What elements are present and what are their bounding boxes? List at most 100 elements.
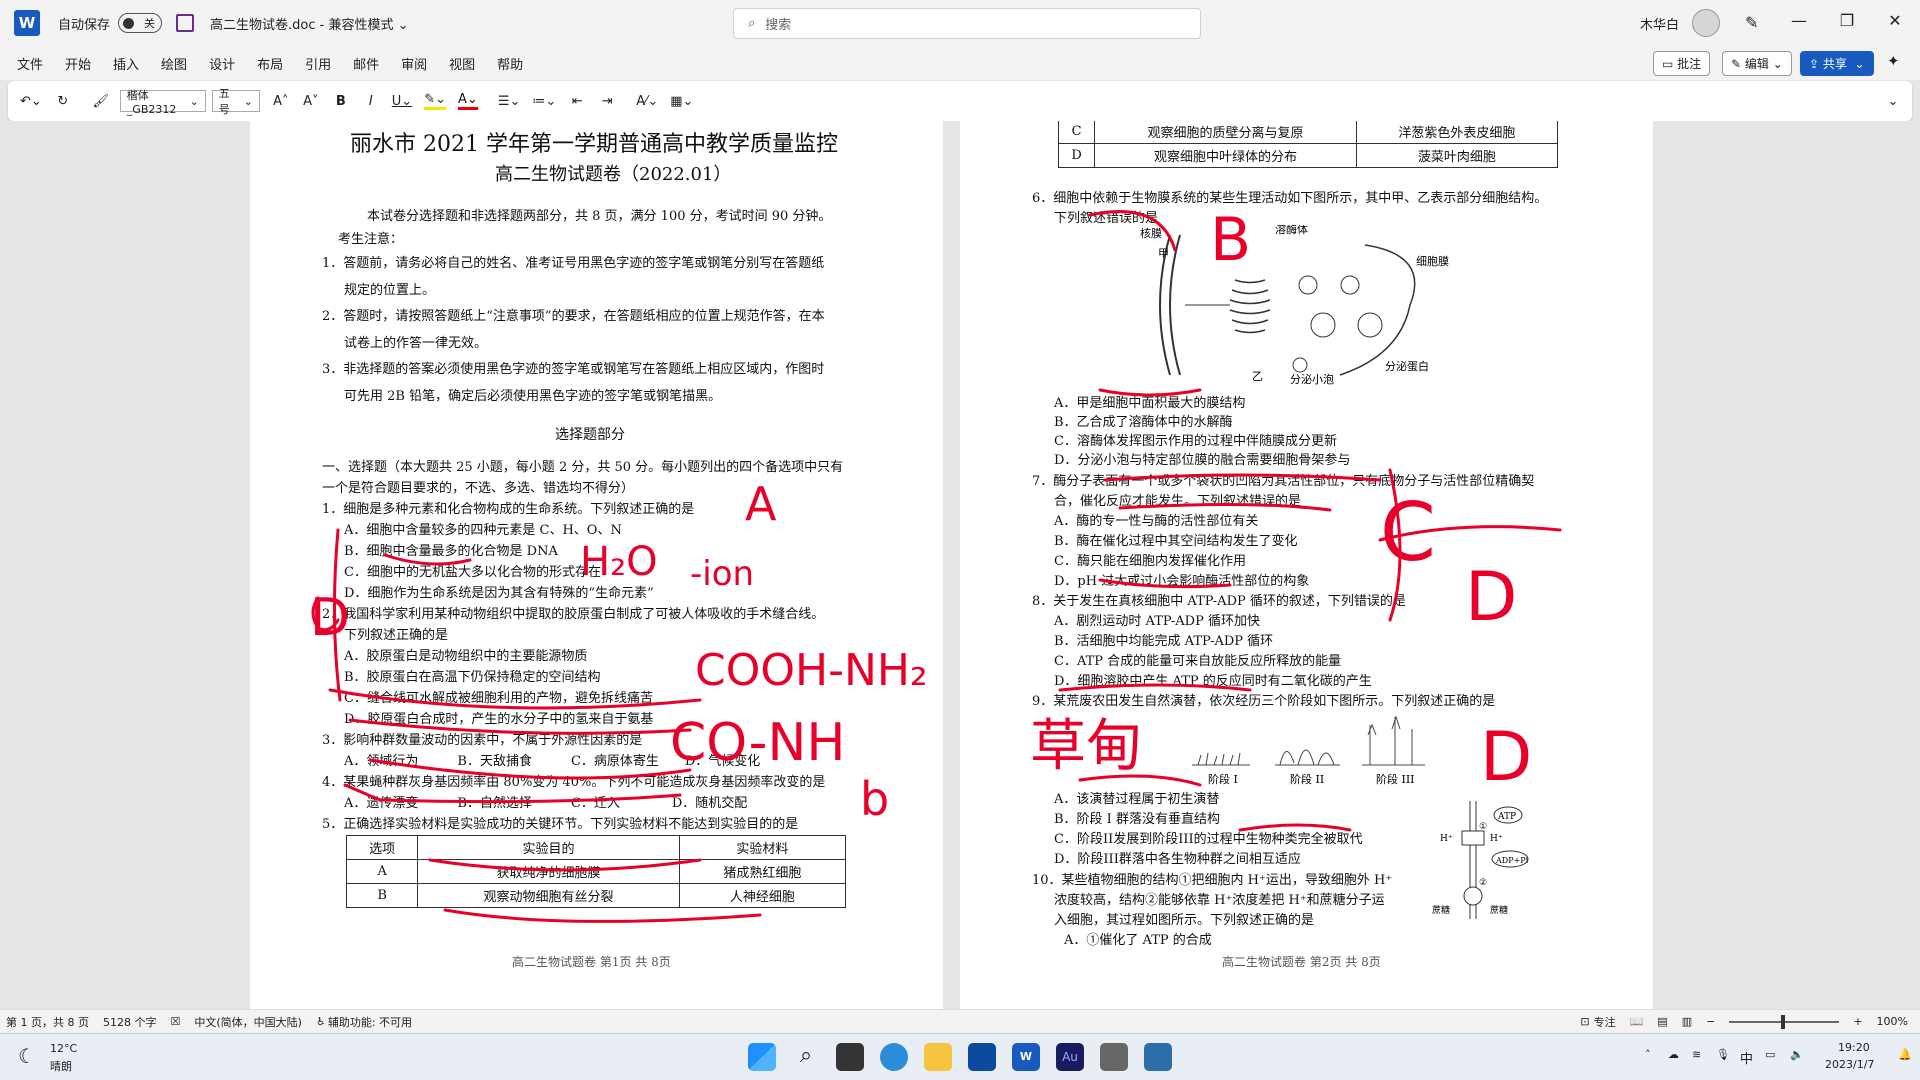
bold-icon[interactable]: B: [332, 94, 350, 109]
format-painter-icon[interactable]: 🖌: [92, 94, 110, 109]
focus-mode[interactable]: 专注: [1594, 1014, 1616, 1030]
page-1[interactable]: 丽水市 2021 学年第一学期普通高中教学质量监控 高二生物试题卷（2022.0…: [250, 121, 943, 1009]
increase-indent-icon[interactable]: ⇥: [598, 94, 616, 109]
q2-option-d: D．胶原蛋白合成时，产生的水分子中的氢来自于氨基: [344, 712, 654, 727]
collapse-ribbon-icon[interactable]: ⌄: [1884, 94, 1902, 109]
task-view-icon[interactable]: [836, 1043, 864, 1071]
copilot-icon[interactable]: ✦: [1887, 52, 1900, 70]
moon-icon[interactable]: ☾: [18, 1044, 36, 1068]
calculator-icon[interactable]: [1100, 1043, 1128, 1071]
zoom-in-icon[interactable]: +: [1853, 1015, 1862, 1028]
onedrive-icon[interactable]: ☁: [1668, 1048, 1679, 1061]
undo-icon[interactable]: ↶⌄: [20, 94, 42, 109]
bullets-icon[interactable]: ☰⌄: [498, 94, 521, 109]
autosave-control[interactable]: 自动保存 关: [58, 13, 163, 33]
zoom-thumb[interactable]: [1781, 1014, 1786, 1029]
display-icon[interactable]: ▭: [1765, 1048, 1775, 1061]
web-layout-icon[interactable]: ▥: [1682, 1015, 1692, 1028]
share-button[interactable]: ⇪ 共享 ⌄: [1800, 51, 1874, 76]
table-icon[interactable]: ▦⌄: [670, 94, 693, 109]
word-taskbar-icon[interactable]: W: [1012, 1043, 1040, 1071]
notification-icon[interactable]: 🔔: [1898, 1048, 1912, 1061]
remote-desktop-icon[interactable]: [1144, 1043, 1172, 1071]
italic-icon[interactable]: I: [362, 94, 380, 109]
store-icon[interactable]: [968, 1043, 996, 1071]
zoom-level[interactable]: 100%: [1877, 1015, 1908, 1028]
notice-2-cont: 试卷上的作答一律无效。: [344, 336, 488, 351]
label-yi: 乙: [1252, 370, 1263, 383]
close-icon[interactable]: ✕: [1880, 11, 1910, 30]
proofing-icon[interactable]: ☒: [170, 1015, 180, 1028]
numbering-icon[interactable]: ≔⌄: [532, 94, 556, 109]
styles-icon[interactable]: A⁄⌄: [636, 94, 658, 109]
search-input[interactable]: ⌕ 搜索: [733, 8, 1201, 39]
page-count[interactable]: 第 1 页，共 8 页: [6, 1014, 89, 1030]
question-3: 3．影响种群数量波动的因素中，不属于外源性因素的是: [322, 733, 643, 748]
avatar[interactable]: [1692, 9, 1720, 37]
document-title[interactable]: 高二生物试卷.doc - 兼容性模式 ⌄: [210, 14, 408, 33]
redo-icon[interactable]: ↻: [54, 94, 72, 109]
tab-draw[interactable]: 绘图: [150, 54, 198, 73]
zoom-slider[interactable]: [1729, 1014, 1840, 1029]
word-app-icon: W: [14, 10, 40, 36]
tab-mailings[interactable]: 邮件: [342, 54, 390, 73]
font-size-value: 五号: [218, 87, 230, 116]
file-explorer-icon[interactable]: [924, 1043, 952, 1071]
autosave-toggle[interactable]: 关: [118, 13, 163, 33]
tab-view[interactable]: 视图: [438, 54, 486, 73]
page-2[interactable]: C 观察细胞的质壁分离与复原 洋葱紫色外表皮细胞 D 观察细胞中叶绿体的分布 菠菜叶肉细…: [960, 121, 1653, 1009]
save-icon[interactable]: [176, 14, 195, 32]
zoom-out-icon[interactable]: −: [1706, 1015, 1715, 1028]
language[interactable]: 中文(简体，中国大陆): [194, 1014, 302, 1030]
label-structure-2: ②: [1479, 878, 1487, 888]
volume-icon[interactable]: 🔈: [1790, 1048, 1804, 1061]
underline-icon[interactable]: U⌄: [392, 94, 412, 109]
print-layout-icon[interactable]: ▤: [1657, 1015, 1667, 1028]
wifi-icon[interactable]: ≋: [1692, 1048, 1701, 1061]
label-lysosome: 溶酶体: [1275, 225, 1308, 236]
font-family-select[interactable]: 楷体_GB2312 ⌄: [119, 89, 206, 116]
tab-references[interactable]: 引用: [294, 54, 342, 73]
shrink-font-icon[interactable]: A˅: [302, 94, 320, 109]
weather[interactable]: 晴朗: [50, 1058, 72, 1074]
edge-icon[interactable]: [880, 1043, 908, 1071]
word-count[interactable]: 5128 个字: [103, 1014, 157, 1030]
clock-date[interactable]: 2023/1/7: [1825, 1058, 1874, 1071]
q1-option-b: B．细胞中含量最多的化合物是 DNA: [344, 544, 558, 559]
restore-icon[interactable]: ❐: [1832, 11, 1862, 30]
tray-chevron-icon[interactable]: ˄: [1645, 1048, 1651, 1061]
start-icon[interactable]: [748, 1043, 776, 1071]
accessibility-status[interactable]: 辅助功能: 不可用: [328, 1014, 412, 1030]
search-icon[interactable]: ⌕: [792, 1043, 820, 1071]
tab-home[interactable]: 开始: [54, 54, 102, 73]
comment-button[interactable]: ▭ 批注: [1653, 51, 1711, 76]
question-1: 1．细胞是多种元素和化合物构成的生命系统。下列叙述正确的是: [322, 502, 695, 517]
minimize-icon[interactable]: —: [1784, 11, 1814, 30]
document-canvas[interactable]: 丽水市 2021 学年第一学期普通高中教学质量监控 高二生物试题卷（2022.0…: [0, 121, 1920, 1009]
tab-insert[interactable]: 插入: [102, 54, 150, 73]
q9-option-b: B．阶段 I 群落没有垂直结构: [1054, 812, 1220, 827]
share-label: 共享: [1822, 57, 1847, 71]
font-size-select[interactable]: 五号 ⌄: [211, 87, 260, 116]
tab-help[interactable]: 帮助: [486, 54, 534, 73]
stage-label: 阶段 II: [1290, 772, 1324, 786]
mic-icon[interactable]: 🎙: [1716, 1048, 1730, 1061]
decrease-indent-icon[interactable]: ⇤: [568, 94, 586, 109]
read-mode-icon[interactable]: 📖: [1630, 1015, 1644, 1028]
edit-button[interactable]: ✎ 编辑 ⌄: [1722, 51, 1792, 76]
highlight-icon[interactable]: ✎⌄: [424, 92, 447, 110]
clock-time[interactable]: 19:20: [1838, 1041, 1870, 1054]
pen-icon[interactable]: ✎: [1745, 13, 1758, 32]
tab-review[interactable]: 审阅: [390, 54, 438, 73]
grow-font-icon[interactable]: A˄: [272, 94, 290, 109]
tab-layout[interactable]: 布局: [246, 54, 294, 73]
temperature[interactable]: 12°C: [50, 1042, 77, 1055]
font-color-icon[interactable]: A⌄: [458, 92, 478, 110]
tab-design[interactable]: 设计: [198, 54, 246, 73]
user-name[interactable]: 木华白: [1640, 14, 1679, 33]
tab-file[interactable]: 文件: [6, 54, 54, 73]
table-row: D 观察细胞中叶绿体的分布 菠菜叶肉细胞: [1057, 143, 1559, 168]
intro-text: 本试卷分选择题和非选择题两部分，共 8 页，满分 100 分，考试时间 90 分…: [367, 209, 832, 224]
ime-indicator[interactable]: 中: [1740, 1048, 1753, 1067]
audition-icon[interactable]: Au: [1056, 1043, 1084, 1071]
